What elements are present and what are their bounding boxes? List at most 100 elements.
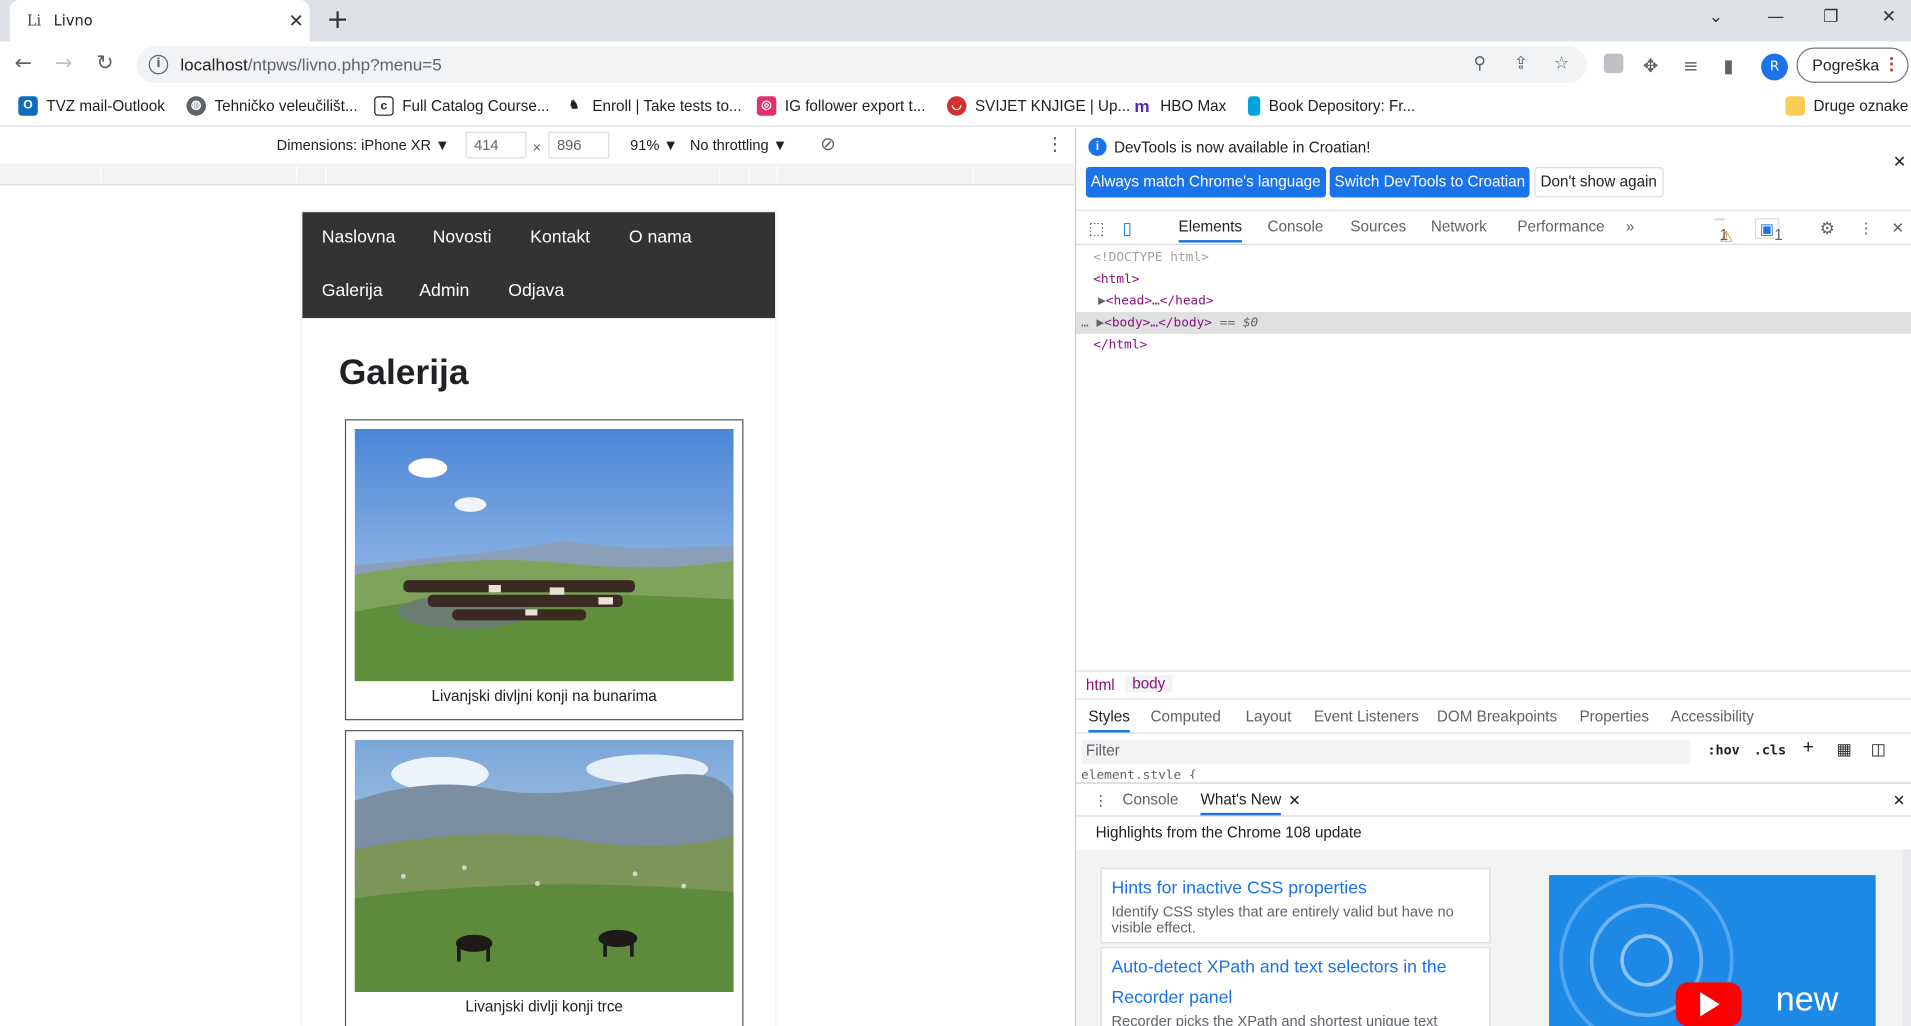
gallery-figure[interactable]: Livanjski divlji konji trce	[344, 730, 744, 1026]
back-icon[interactable]: ←	[15, 51, 32, 75]
tab-console[interactable]: Console	[1268, 218, 1324, 235]
close-window-button[interactable]: ✕	[1882, 7, 1896, 27]
more-tabs-icon[interactable]: »	[1626, 218, 1634, 235]
address-bar[interactable]: i localhost/ntpws/livno.php?menu=5 ⚲ ⇪ ☆	[136, 46, 1587, 83]
extension-icon[interactable]	[1603, 53, 1624, 74]
nav-link-kontakt[interactable]: Kontakt	[530, 228, 590, 248]
switch-to-croatian-button[interactable]: Switch DevTools to Croatian	[1329, 166, 1530, 198]
media-query-ruler[interactable]	[0, 163, 1075, 186]
nav-link-naslovna[interactable]: Naslovna	[322, 228, 396, 248]
bookmark-star-icon[interactable]: ☆	[1554, 54, 1569, 74]
profile-avatar[interactable]: R	[1761, 53, 1788, 81]
inspect-element-icon[interactable]: ⬚	[1088, 218, 1104, 239]
dom-html-open[interactable]: <html>	[1076, 268, 1911, 290]
browser-tab[interactable]: Li Livno ✕	[9, 0, 310, 42]
bookmark-item[interactable]: ◍ Tehničko veleučilišt...	[186, 96, 358, 116]
close-devtools-icon[interactable]: ✕	[1892, 218, 1905, 236]
tab-accessibility[interactable]: Accessibility	[1671, 708, 1754, 725]
devtools-panel: i DevTools is now available in Croatian! …	[1074, 127, 1911, 1026]
drawer-scrollbar[interactable]	[1902, 849, 1911, 1026]
always-match-language-button[interactable]: Always match Chrome's language	[1085, 166, 1326, 198]
crumb-html[interactable]: html	[1086, 676, 1115, 693]
tab-close-icon[interactable]: ✕	[283, 10, 310, 32]
zoom-select[interactable]: 91% ▼	[630, 137, 678, 154]
device-dimensions-select[interactable]: Dimensions: iPhone XR ▼	[277, 137, 450, 154]
styles-filter-input[interactable]: Filter	[1081, 739, 1691, 765]
tab-layout[interactable]: Layout	[1246, 708, 1292, 725]
tab-event-listeners[interactable]: Event Listeners	[1314, 708, 1419, 725]
dom-head-node[interactable]: ▶<head>…</head>	[1076, 290, 1911, 312]
gallery-image[interactable]	[354, 739, 734, 993]
close-drawer-icon[interactable]: ✕	[1893, 791, 1906, 809]
media-control-icon[interactable]: ≡	[1683, 55, 1698, 77]
bookmark-item[interactable]: ◎ IG follower export t...	[756, 96, 925, 116]
tab-styles[interactable]: Styles	[1088, 708, 1130, 733]
bookmark-item[interactable]: ♞ Enroll | Take tests to...	[564, 96, 742, 116]
infobar-close-icon[interactable]: ✕	[1893, 152, 1906, 172]
minimize-button[interactable]: —	[1767, 7, 1784, 27]
messages-badge[interactable]: ▣ 1	[1755, 218, 1783, 244]
tab-computed[interactable]: Computed	[1151, 708, 1221, 725]
nav-link-novosti[interactable]: Novosti	[433, 228, 492, 248]
reload-icon[interactable]: ↻	[96, 51, 113, 75]
sidebar-toggle-icon[interactable]: ◫	[1871, 740, 1886, 760]
new-tab-button[interactable]: +	[324, 5, 351, 35]
throttling-select[interactable]: No throttling ▼	[690, 137, 787, 154]
lips-icon: ◡	[946, 96, 967, 116]
more-options-icon[interactable]: ⋮	[1046, 133, 1064, 155]
gallery-image[interactable]	[354, 429, 734, 682]
tab-search-chevron-icon[interactable]: ⌄	[1709, 7, 1723, 27]
video-thumbnail[interactable]: new	[1549, 875, 1876, 1026]
dom-body-node[interactable]: … ▶<body>…</body> == $0	[1076, 312, 1911, 334]
tab-sources[interactable]: Sources	[1350, 218, 1406, 235]
dom-html-close[interactable]: </html>	[1076, 334, 1911, 356]
restore-button[interactable]: ❐	[1823, 7, 1838, 27]
bookmark-item[interactable]: O TVZ mail-Outlook	[18, 96, 165, 116]
feature-title[interactable]: Auto-detect XPath and text selectors in …	[1112, 953, 1480, 1014]
nav-link-o-nama[interactable]: O nama	[629, 228, 692, 248]
tab-dom-breakpoints[interactable]: DOM Breakpoints	[1437, 708, 1557, 725]
tab-performance[interactable]: Performance	[1517, 218, 1604, 235]
url-text[interactable]: localhost/ntpws/livno.php?menu=5	[180, 55, 441, 75]
bookmark-item[interactable]: ◡ SVIJET KNJIGE | Up...	[946, 96, 1130, 116]
feature-title[interactable]: Hints for inactive CSS properties	[1112, 874, 1480, 904]
forward-icon[interactable]: →	[55, 51, 72, 75]
other-bookmarks[interactable]: Druge oznake	[1785, 96, 1908, 116]
rotate-icon[interactable]: ⊘	[820, 133, 835, 155]
tab-network[interactable]: Network	[1431, 218, 1487, 235]
drawer-tab-console[interactable]: Console	[1122, 791, 1178, 808]
close-whats-new-icon[interactable]: ✕	[1288, 791, 1301, 809]
site-info-icon[interactable]: i	[148, 54, 169, 75]
device-toolbar-icon[interactable]: ▯	[1122, 218, 1131, 239]
share-icon[interactable]: ⇪	[1514, 54, 1528, 74]
side-panel-icon[interactable]: ▮	[1723, 55, 1733, 77]
error-chip-button[interactable]: Pogreška ⋮	[1796, 47, 1909, 83]
new-rule-icon[interactable]: +	[1803, 737, 1814, 759]
class-toggle[interactable]: .cls	[1754, 742, 1786, 758]
gallery-figure[interactable]: Livanjski divljni konji na bunarima	[344, 419, 744, 721]
bookmark-item[interactable]: Book Depository: Fr...	[1248, 96, 1415, 116]
extensions-puzzle-icon[interactable]: ✥	[1643, 55, 1658, 77]
crumb-body[interactable]: body	[1124, 675, 1173, 693]
nav-link-admin[interactable]: Admin	[419, 282, 469, 302]
drawer-menu-icon[interactable]: ⋮	[1093, 791, 1108, 809]
nav-link-odjava[interactable]: Odjava	[508, 282, 564, 302]
tab-properties[interactable]: Properties	[1580, 708, 1649, 725]
paint-icon[interactable]: ▦	[1837, 740, 1852, 760]
tab-elements[interactable]: Elements	[1178, 218, 1243, 243]
bookmark-item[interactable]: m HBO Max	[1132, 96, 1226, 116]
dont-show-again-button[interactable]: Don't show again	[1534, 166, 1664, 198]
bookmark-item[interactable]: c Full Catalog Course...	[374, 96, 550, 116]
customize-menu-icon[interactable]: ⋮	[1859, 218, 1874, 236]
zoom-icon[interactable]: ⚲	[1473, 54, 1486, 74]
hover-state-toggle[interactable]: :hov	[1707, 742, 1739, 758]
feature-card[interactable]: Auto-detect XPath and text selectors in …	[1100, 946, 1491, 1026]
nav-link-galerija[interactable]: Galerija	[322, 282, 383, 302]
settings-gear-icon[interactable]: ⚙	[1820, 218, 1835, 239]
drawer-tab-whats-new[interactable]: What's New	[1200, 791, 1282, 816]
dom-doctype[interactable]: <!DOCTYPE html>	[1076, 246, 1911, 268]
height-input[interactable]: 896	[548, 131, 610, 159]
warnings-badge[interactable]: ⚠ 1	[1714, 218, 1733, 245]
width-input[interactable]: 414	[465, 131, 527, 159]
feature-card[interactable]: Hints for inactive CSS properties Identi…	[1100, 867, 1491, 944]
